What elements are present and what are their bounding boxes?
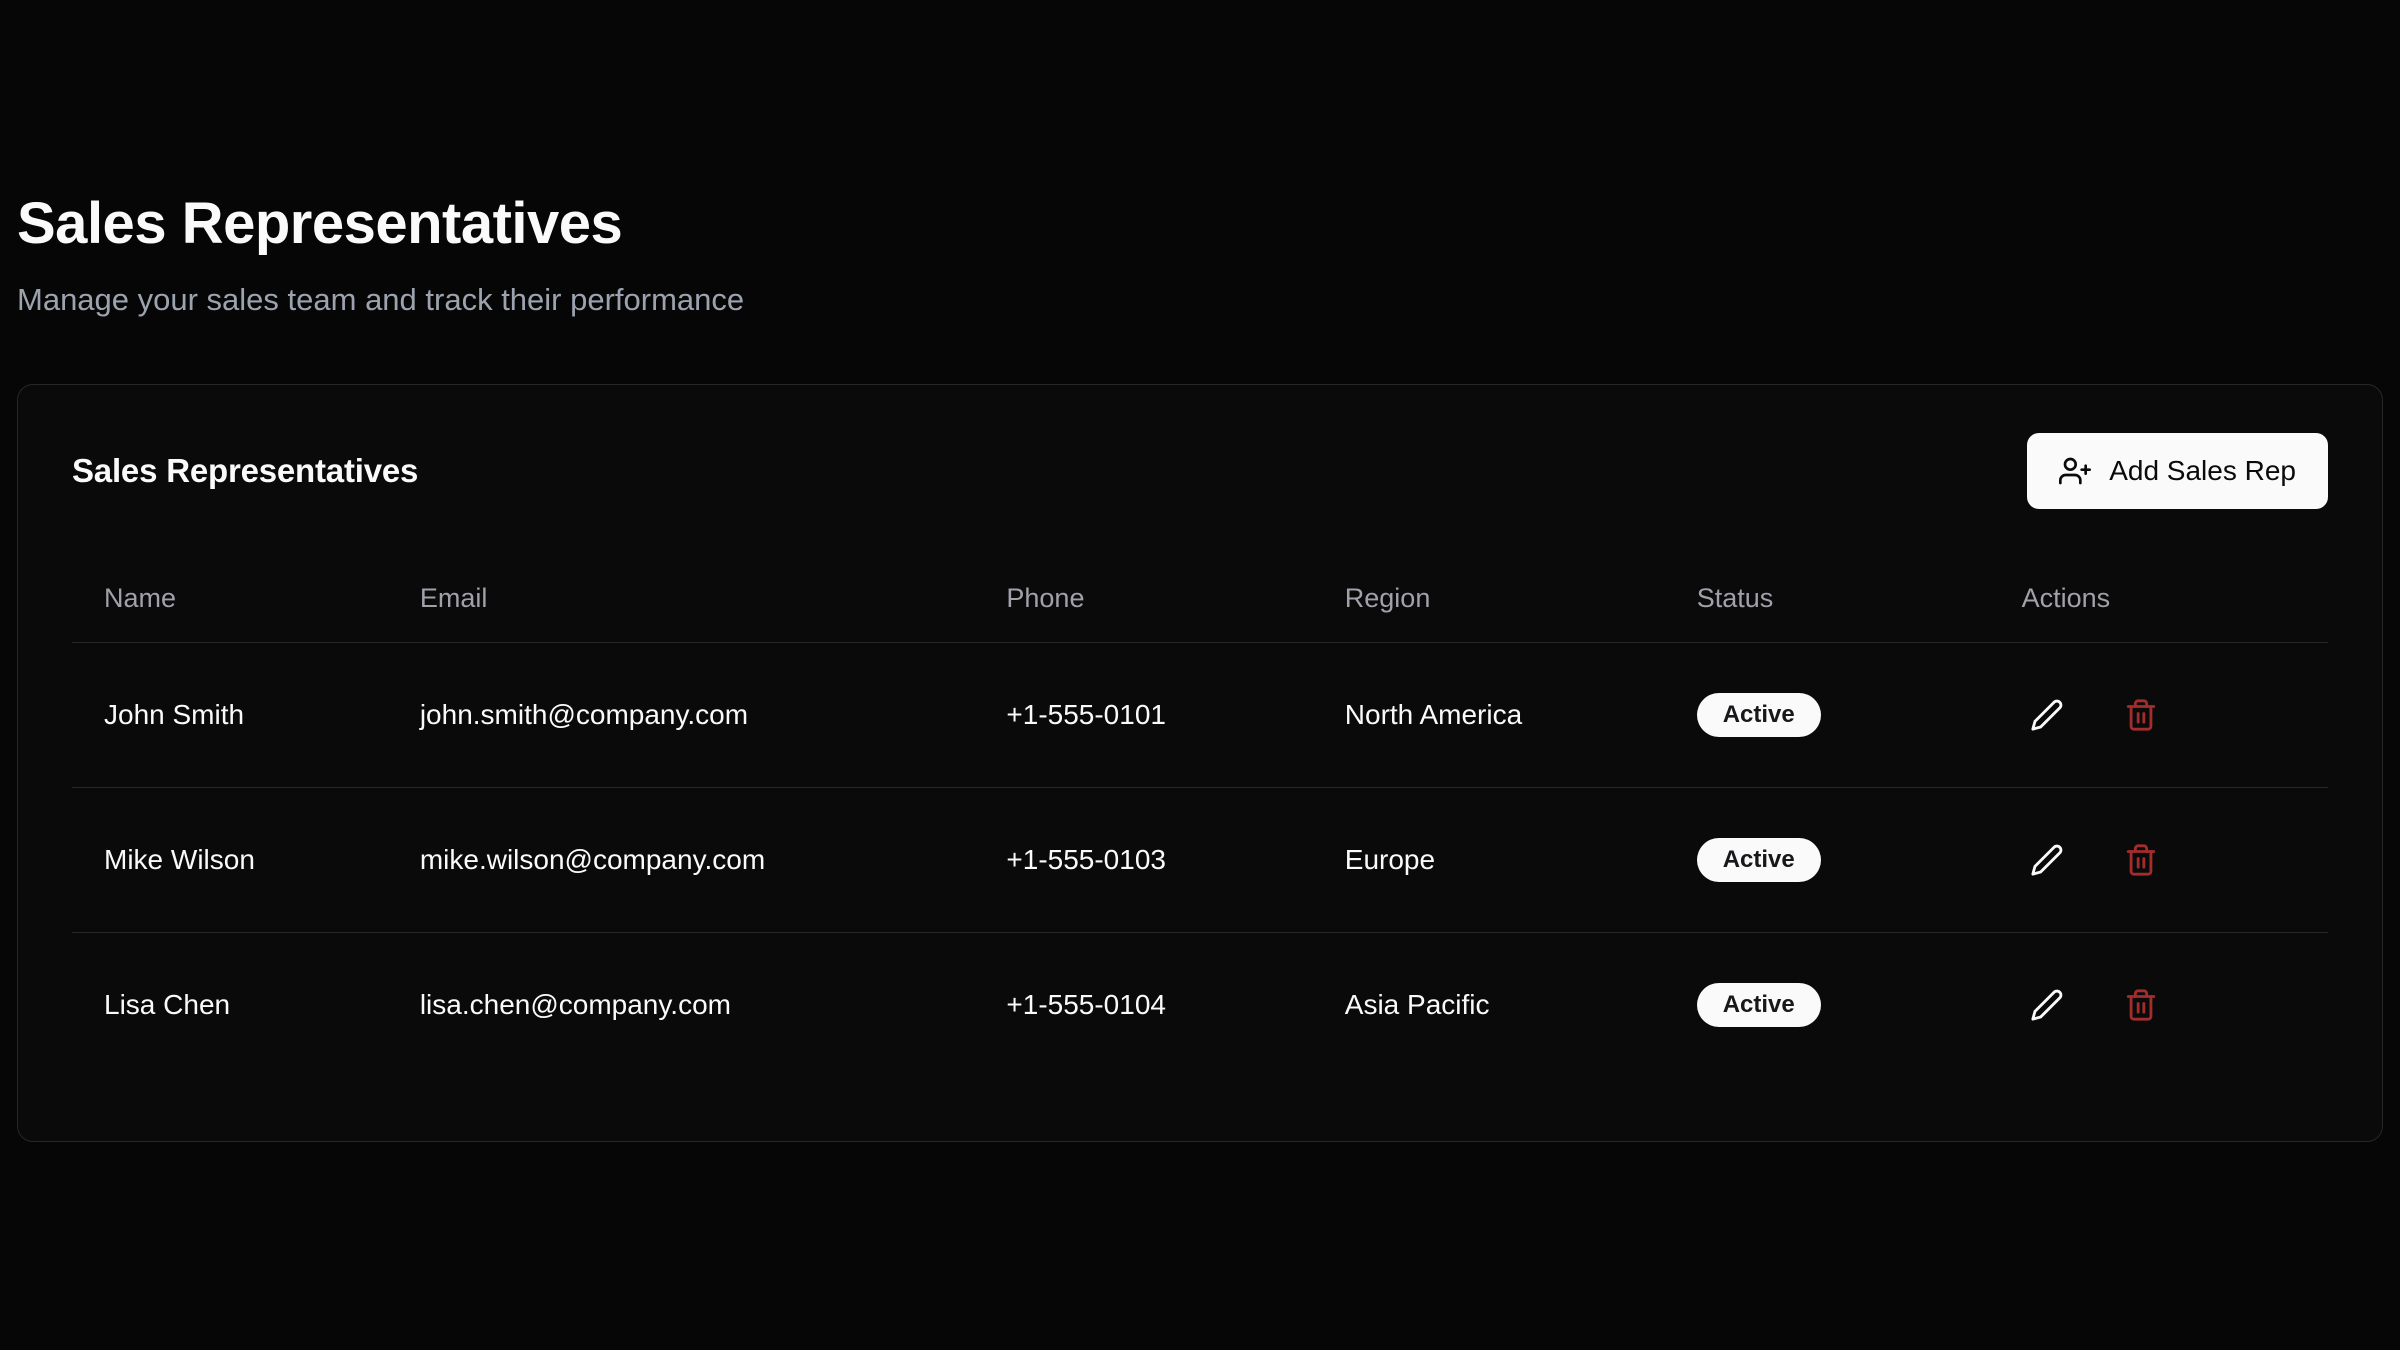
cell-status: Active [1665,642,1990,787]
cell-status: Active [1665,787,1990,932]
table-header-row: Name Email Phone Region Status Actions [72,565,2328,643]
add-sales-rep-label: Add Sales Rep [2109,455,2296,487]
cell-region: Europe [1313,787,1665,932]
cell-region: North America [1313,642,1665,787]
cell-phone: +1-555-0103 [974,787,1312,932]
trash-icon [2124,988,2158,1022]
edit-button[interactable] [2022,835,2072,885]
pencil-icon [2030,843,2064,877]
cell-name: Lisa Chen [72,932,388,1077]
table-row: Mike Wilson mike.wilson@company.com +1-5… [72,787,2328,932]
add-sales-rep-button[interactable]: Add Sales Rep [2027,433,2328,509]
sales-reps-card: Sales Representatives Add Sales Rep [17,384,2383,1142]
page-title: Sales Representatives [17,0,2383,256]
trash-icon [2124,698,2158,732]
card-title: Sales Representatives [72,452,418,490]
column-header-email: Email [388,565,975,643]
cell-actions [1990,787,2328,932]
column-header-actions: Actions [1990,565,2328,643]
status-badge: Active [1697,983,1821,1027]
cell-actions [1990,932,2328,1077]
sales-reps-table: Name Email Phone Region Status Actions J… [72,565,2328,1077]
cell-region: Asia Pacific [1313,932,1665,1077]
delete-button[interactable] [2116,835,2166,885]
cell-email: mike.wilson@company.com [388,787,975,932]
pencil-icon [2030,988,2064,1022]
status-badge: Active [1697,838,1821,882]
status-badge: Active [1697,693,1821,737]
cell-name: John Smith [72,642,388,787]
cell-actions [1990,642,2328,787]
column-header-phone: Phone [974,565,1312,643]
pencil-icon [2030,698,2064,732]
cell-name: Mike Wilson [72,787,388,932]
page-subtitle: Manage your sales team and track their p… [17,282,2383,318]
column-header-name: Name [72,565,388,643]
delete-button[interactable] [2116,980,2166,1030]
card-header: Sales Representatives Add Sales Rep [72,433,2328,509]
table-row: Lisa Chen lisa.chen@company.com +1-555-0… [72,932,2328,1077]
cell-email: john.smith@company.com [388,642,975,787]
table-row: John Smith john.smith@company.com +1-555… [72,642,2328,787]
edit-button[interactable] [2022,980,2072,1030]
delete-button[interactable] [2116,690,2166,740]
edit-button[interactable] [2022,690,2072,740]
cell-phone: +1-555-0101 [974,642,1312,787]
cell-phone: +1-555-0104 [974,932,1312,1077]
trash-icon [2124,843,2158,877]
cell-status: Active [1665,932,1990,1077]
column-header-region: Region [1313,565,1665,643]
page: Sales Representatives Manage your sales … [0,0,2400,1142]
cell-email: lisa.chen@company.com [388,932,975,1077]
column-header-status: Status [1665,565,1990,643]
user-plus-icon [2059,455,2091,487]
